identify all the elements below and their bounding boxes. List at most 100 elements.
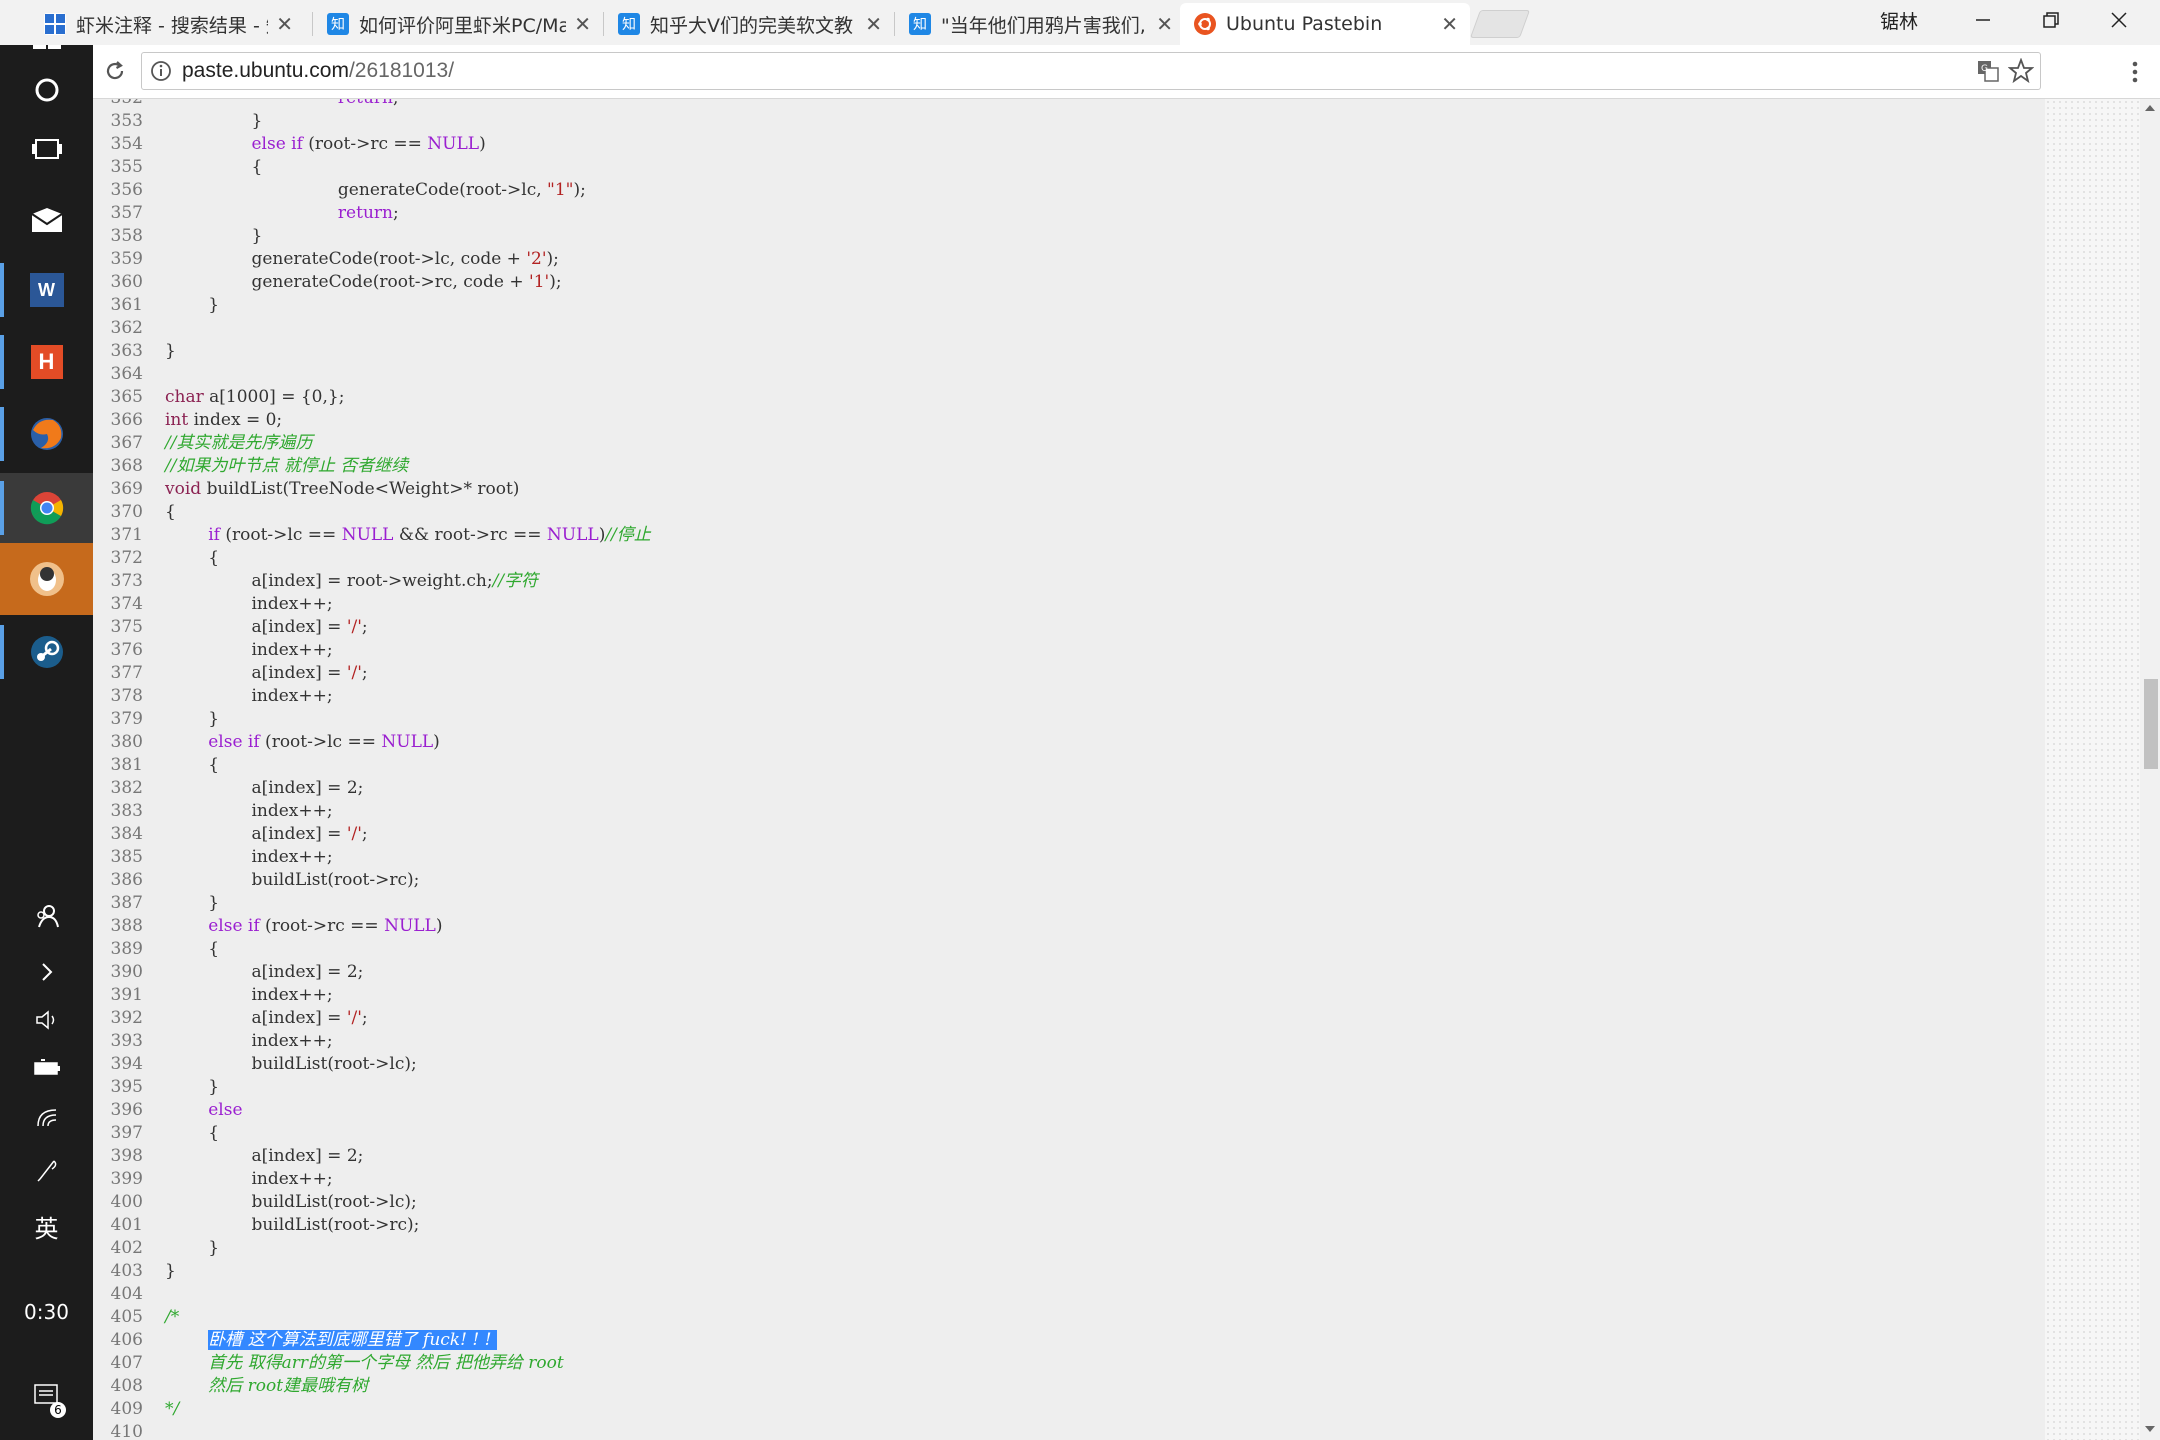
reload-button[interactable] (99, 55, 131, 87)
code-line: 408 然后 root建最哦有树 (93, 1375, 651, 1398)
code-line: 388 else if (root->rc == NULL) (93, 915, 651, 938)
scroll-up-arrow-icon[interactable] (2140, 101, 2160, 115)
windows-taskbar: W H 英 0:30 6 (0, 0, 93, 1440)
people-button[interactable] (0, 892, 93, 940)
chrome-menu-button[interactable] (2123, 57, 2147, 87)
tab-2[interactable]: 知 知乎大V们的完美软文教 ✕ (604, 3, 894, 45)
volume-button[interactable] (0, 996, 93, 1044)
tab-1[interactable]: 知 如何评价阿里虾米PC/Ma ✕ (313, 3, 603, 45)
bookmark-star-icon[interactable] (2008, 58, 2034, 84)
code-text: else if (root->lc == NULL) (208, 732, 440, 752)
line-number: 383 (110, 801, 143, 821)
task-view-icon (31, 139, 62, 159)
site-info-icon[interactable] (150, 60, 172, 82)
code-line: 368 //如果为叶节点 就停止 否者继续 (93, 455, 651, 478)
line-number: 401 (110, 1215, 143, 1235)
code-text: { (165, 1123, 220, 1143)
address-bar[interactable]: paste.ubuntu.com/26181013/ G (141, 52, 2041, 90)
code-line: 355 { (93, 156, 651, 179)
tab-close-icon[interactable]: ✕ (1441, 12, 1458, 36)
code-text: a[index] = 2; (165, 778, 364, 798)
url-text[interactable]: paste.ubuntu.com/26181013/ (182, 59, 454, 83)
tab-close-icon[interactable]: ✕ (276, 12, 293, 36)
people-icon (36, 905, 59, 928)
paste-code-panel: 352 return;353 }354 else if (root->rc ==… (93, 99, 2045, 1440)
taskbar-app-word[interactable]: W (0, 255, 93, 325)
code-line: 400 buildList(root->lc); (93, 1191, 651, 1214)
code-text: a[index] = root->weight.ch;//字符 (165, 571, 539, 591)
scroll-down-arrow-icon[interactable] (2140, 1422, 2160, 1436)
close-window-button[interactable] (2086, 0, 2152, 40)
zhihu-icon: 知 (618, 13, 640, 35)
profile-name[interactable]: 锯林 (1880, 4, 1918, 36)
clock[interactable]: 0:30 (0, 1288, 93, 1336)
restore-button[interactable] (2018, 0, 2084, 40)
code-text: } (165, 341, 176, 361)
tab-close-icon[interactable]: ✕ (1156, 12, 1173, 36)
line-number: 380 (110, 732, 143, 752)
code-line: 376 index++; (93, 639, 651, 662)
code-line: 407 首先 取得arr的第一个字母 然后 把他弄给 root (93, 1352, 651, 1375)
scrollbar-thumb[interactable] (2144, 679, 2158, 769)
code-text: { (165, 939, 220, 959)
taskbar-app-mail[interactable] (0, 185, 93, 255)
code-text: a[index] = 2; (165, 962, 364, 982)
tab-close-icon[interactable]: ✕ (865, 12, 882, 36)
taskbar-app-qq[interactable] (0, 543, 93, 615)
pen-workspace-button[interactable] (0, 1146, 93, 1194)
url-host: paste.ubuntu.com (182, 59, 349, 82)
code-text: index++; (165, 801, 333, 821)
code-line: 375 a[index] = '/'; (93, 616, 651, 639)
tab-3[interactable]: 知 "当年他们用鸦片害我们, ✕ (895, 3, 1185, 45)
line-number: 355 (110, 157, 143, 177)
taskbar-app-firefox[interactable] (0, 399, 93, 469)
running-indicator (0, 625, 4, 679)
firefox-icon (30, 418, 63, 450)
code-text: 然后 root建最哦有树 (208, 1376, 369, 1396)
code-line: 395 } (93, 1076, 651, 1099)
code-line: 373 a[index] = root->weight.ch;//字符 (93, 570, 651, 593)
action-center-button[interactable]: 6 (0, 1372, 93, 1420)
code-line: 372 { (93, 547, 651, 570)
line-number: 405 (110, 1307, 143, 1327)
h-app-icon: H (30, 345, 63, 379)
taskbar-app-h[interactable]: H (0, 327, 93, 397)
input-method-indicator[interactable]: 英 (0, 1202, 93, 1250)
code-text: 卧槽 这个算法到底哪里错了 fuck! ! ! (208, 1330, 497, 1350)
line-number: 370 (110, 502, 143, 522)
battery-button[interactable] (0, 1044, 93, 1092)
new-tab-button[interactable] (1469, 10, 1531, 38)
tab-4-active[interactable]: Ubuntu Pastebin ✕ (1180, 3, 1470, 45)
page-scrollbar[interactable] (2140, 99, 2160, 1440)
line-number: 391 (110, 985, 143, 1005)
line-number: 362 (110, 318, 143, 338)
line-number: 377 (110, 663, 143, 683)
code-text: { (165, 157, 263, 177)
line-number: 381 (110, 755, 143, 775)
line-number: 364 (110, 364, 143, 384)
tab-close-icon[interactable]: ✕ (574, 12, 591, 36)
minimize-button[interactable] (1950, 0, 2016, 40)
tab-0[interactable]: 虾米注释 - 搜索结果 - 知 ✕ (30, 3, 305, 45)
taskbar-app-steam[interactable] (0, 617, 93, 687)
code-text: index++; (165, 686, 333, 706)
browser-tab-strip: 虾米注释 - 搜索结果 - 知 ✕ 知 如何评价阿里虾米PC/Ma ✕ 知 知乎… (0, 0, 2160, 45)
code-text: index++; (165, 1031, 333, 1051)
line-number: 403 (110, 1261, 143, 1281)
translate-icon[interactable]: G (1976, 59, 2000, 83)
code-text: a[index] = 2; (165, 1146, 364, 1166)
code-text: a[index] = '/'; (165, 617, 368, 637)
task-view-button[interactable] (0, 115, 93, 185)
line-number: 363 (110, 341, 143, 361)
show-hidden-icons-button[interactable] (0, 948, 93, 996)
line-number: 359 (110, 249, 143, 269)
line-number: 353 (110, 111, 143, 131)
code-line: 392 a[index] = '/'; (93, 1007, 651, 1030)
wifi-button[interactable] (0, 1094, 93, 1142)
chrome-icon (30, 492, 63, 525)
code-text: } (165, 226, 263, 246)
running-indicator (0, 407, 4, 461)
code-text: int index = 0; (165, 410, 283, 430)
running-indicator (0, 481, 4, 535)
taskbar-app-chrome[interactable] (0, 473, 93, 543)
